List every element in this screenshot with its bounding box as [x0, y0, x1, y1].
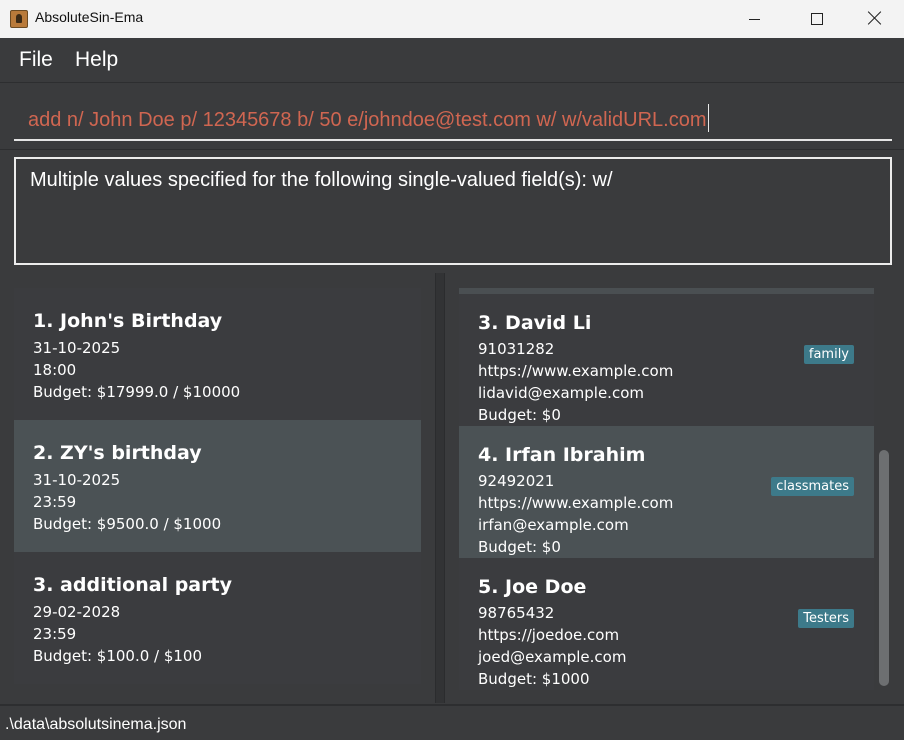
person-budget: Budget: $1000: [478, 670, 590, 688]
event-date: 31-10-2025: [33, 339, 121, 357]
person-pane: 3. David Li 91031282 https://www.example…: [445, 273, 904, 703]
person-card[interactable]: 3. David Li 91031282 https://www.example…: [459, 294, 874, 426]
person-email: irfan@example.com: [478, 516, 629, 534]
text-caret: [707, 104, 709, 132]
person-name: 3. David Li: [478, 312, 592, 334]
event-card[interactable]: 3. additional party 29-02-2028 23:59 Bud…: [14, 552, 421, 684]
event-pane: 1. John's Birthday 31-10-2025 18:00 Budg…: [0, 273, 435, 703]
person-card-selected[interactable]: 4. Irfan Ibrahim 92492021 https://www.ex…: [459, 426, 874, 558]
scrollbar-thumb[interactable]: [879, 450, 889, 686]
status-bar: .\data\absolutsinema.json: [0, 704, 904, 740]
person-card[interactable]: 5. Joe Doe 98765432 https://joedoe.com j…: [459, 558, 874, 690]
menu-file[interactable]: File: [19, 48, 53, 72]
title-bar: AbsoluteSin-Ema: [0, 0, 904, 39]
person-tag: Testers: [798, 609, 854, 628]
person-website: https://www.example.com: [478, 494, 674, 512]
event-list[interactable]: 1. John's Birthday 31-10-2025 18:00 Budg…: [14, 288, 421, 684]
event-budget: Budget: $100.0 / $100: [33, 647, 203, 665]
person-budget: Budget: $0: [478, 406, 561, 424]
close-icon: [868, 11, 882, 25]
person-list[interactable]: 3. David Li 91031282 https://www.example…: [459, 288, 874, 690]
person-budget: Budget: $0: [478, 538, 561, 556]
data-file-path: .\data\absolutsinema.json: [5, 716, 187, 733]
minimize-button[interactable]: [728, 0, 786, 38]
command-text: add n/ John Doe p/ 12345678 b/ 50 e/john…: [28, 104, 709, 132]
window-title: AbsoluteSin-Ema: [35, 9, 144, 25]
event-time: 23:59: [33, 625, 77, 643]
maximize-icon: [811, 13, 823, 25]
command-panel: add n/ John Doe p/ 12345678 b/ 50 e/john…: [0, 83, 904, 150]
event-card[interactable]: 1. John's Birthday 31-10-2025 18:00 Budg…: [14, 288, 421, 420]
event-time: 18:00: [33, 361, 77, 379]
event-budget: Budget: $9500.0 / $1000: [33, 515, 222, 533]
minimize-icon: [749, 19, 760, 20]
person-name: 5. Joe Doe: [478, 576, 587, 598]
person-name: 4. Irfan Ibrahim: [478, 444, 646, 466]
result-display: Multiple values specified for the follow…: [14, 157, 892, 265]
event-card-selected[interactable]: 2. ZY's birthday 31-10-2025 23:59 Budget…: [14, 420, 421, 552]
person-email: lidavid@example.com: [478, 384, 644, 402]
split-pane-divider[interactable]: [435, 273, 445, 703]
event-title: 2. ZY's birthday: [33, 442, 202, 464]
person-phone: 92492021: [478, 472, 555, 490]
person-tag: family: [803, 345, 854, 364]
close-button[interactable]: [846, 0, 904, 38]
result-message: Multiple values specified for the follow…: [30, 169, 613, 191]
menu-bar: File Help: [0, 38, 904, 83]
event-time: 23:59: [33, 493, 77, 511]
command-input[interactable]: add n/ John Doe p/ 12345678 b/ 50 e/john…: [14, 95, 892, 141]
person-website: https://joedoe.com: [478, 626, 620, 644]
person-phone: 98765432: [478, 604, 555, 622]
event-title: 1. John's Birthday: [33, 310, 223, 332]
app-icon: [10, 10, 28, 28]
event-date: 29-02-2028: [33, 603, 121, 621]
maximize-button[interactable]: [788, 0, 846, 38]
person-email: joed@example.com: [478, 648, 627, 666]
person-website: https://www.example.com: [478, 362, 674, 380]
event-title: 3. additional party: [33, 574, 232, 596]
menu-help[interactable]: Help: [75, 48, 118, 72]
event-date: 31-10-2025: [33, 471, 121, 489]
person-tag: classmates: [771, 477, 854, 496]
event-budget: Budget: $17999.0 / $10000: [33, 383, 241, 401]
person-phone: 91031282: [478, 340, 555, 358]
command-value: add n/ John Doe p/ 12345678 b/ 50 e/john…: [28, 109, 707, 131]
